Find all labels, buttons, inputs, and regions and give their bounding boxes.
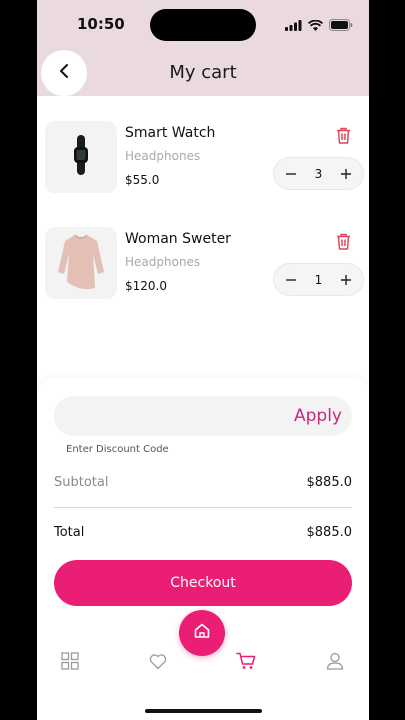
subtotal-value: $885.0 xyxy=(306,475,353,490)
increase-button[interactable] xyxy=(339,167,353,181)
quantity-stepper: 1 xyxy=(273,263,364,296)
smart-watch-image xyxy=(66,135,96,179)
subtotal-row: Subtotal $885.0 xyxy=(54,475,352,490)
page-title: My cart xyxy=(169,62,237,83)
wifi-icon xyxy=(307,16,324,35)
nav-profile-button[interactable] xyxy=(324,650,346,672)
item-name: Woman Sweter xyxy=(125,231,231,247)
sweater-image xyxy=(57,232,105,294)
discount-code-field[interactable]: Apply xyxy=(54,396,352,436)
product-image xyxy=(45,121,117,193)
decrease-button[interactable] xyxy=(284,167,298,181)
status-time: 10:50 xyxy=(77,15,125,33)
quantity-value: 1 xyxy=(314,272,323,287)
minus-icon xyxy=(286,278,296,281)
item-category: Headphones xyxy=(125,149,201,163)
user-icon xyxy=(326,652,344,670)
delete-button[interactable] xyxy=(336,127,351,148)
trash-icon xyxy=(336,233,351,254)
bottom-nav xyxy=(37,650,369,674)
decrease-button[interactable] xyxy=(284,273,298,287)
total-row: Total $885.0 xyxy=(54,525,352,540)
subtotal-label: Subtotal xyxy=(54,475,109,490)
heart-icon xyxy=(149,653,167,669)
quantity-value: 3 xyxy=(314,166,323,181)
apply-button[interactable]: Apply xyxy=(294,406,342,426)
home-indicator xyxy=(145,709,262,713)
increase-button[interactable] xyxy=(339,273,353,287)
total-value: $885.0 xyxy=(306,525,353,540)
phone-screen: 10:50 My cart Smart Watch Headphones $55… xyxy=(37,0,369,720)
quantity-stepper: 3 xyxy=(273,157,364,190)
trash-icon xyxy=(336,127,351,148)
total-label: Total xyxy=(54,525,85,540)
nav-grid-button[interactable] xyxy=(59,650,81,672)
delete-button[interactable] xyxy=(336,233,351,254)
item-category: Headphones xyxy=(125,255,201,269)
battery-icon xyxy=(329,16,353,35)
dynamic-island xyxy=(150,9,256,41)
header: 10:50 My cart xyxy=(37,0,369,96)
item-price: $55.0 xyxy=(125,173,160,187)
item-name: Smart Watch xyxy=(125,125,216,141)
plus-icon xyxy=(340,274,351,285)
cart-item: Smart Watch Headphones $55.0 3 xyxy=(37,121,369,201)
grid-icon xyxy=(61,652,79,670)
minus-icon xyxy=(286,172,296,175)
product-image xyxy=(45,227,117,299)
item-price: $120.0 xyxy=(125,279,167,293)
checkout-button[interactable]: Checkout xyxy=(54,560,352,606)
discount-hint: Enter Discount Code xyxy=(66,444,169,455)
cart-item: Woman Sweter Headphones $120.0 1 xyxy=(37,227,369,307)
cart-icon xyxy=(236,652,256,669)
divider xyxy=(54,507,352,508)
signal-icon xyxy=(285,16,302,35)
nav-cart-button[interactable] xyxy=(235,650,257,672)
plus-icon xyxy=(340,168,351,179)
nav-favorites-button[interactable] xyxy=(147,650,169,672)
status-icons xyxy=(285,16,353,35)
home-icon xyxy=(193,622,211,644)
